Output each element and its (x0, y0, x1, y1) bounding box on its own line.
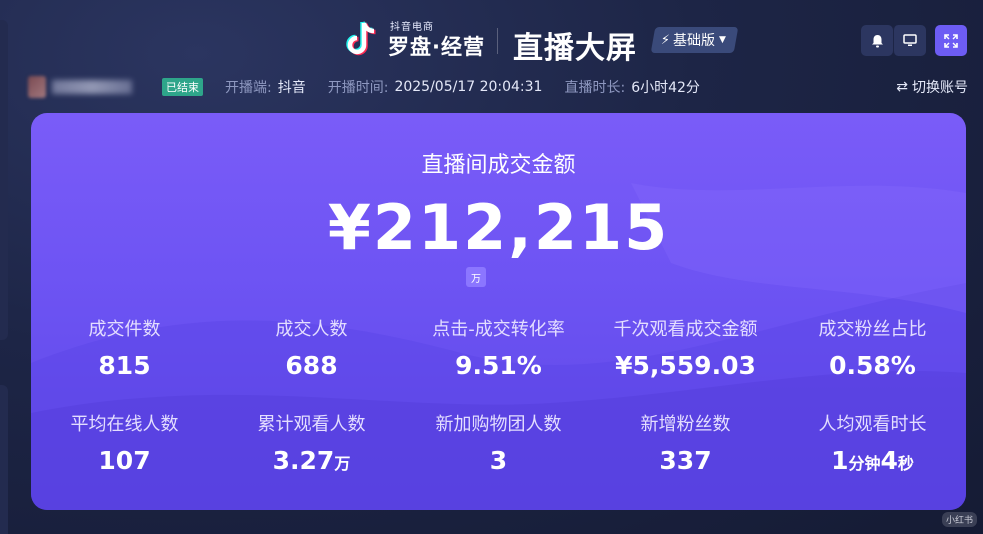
account-name-blurred (52, 80, 132, 94)
brand-name: 罗盘·经营 (388, 34, 485, 59)
metric-avg-online: 平均在线人数 107 (31, 413, 218, 508)
metric-avg-watch-time: 人均观看时长 1分钟4秒 (779, 413, 966, 508)
brand-logo: 抖音电商 罗盘·经营 (344, 18, 485, 62)
metric-unit: 分钟 (848, 454, 881, 473)
metric-new-fan-club: 新加购物团人数 3 (405, 413, 592, 508)
duration-label: 直播时长: (564, 80, 626, 96)
bell-icon (871, 34, 883, 47)
duration-value: 6小时42分 (631, 80, 700, 96)
metric-items-sold: 成交件数 815 (31, 318, 218, 413)
metric-seconds: 4 (880, 446, 898, 475)
page-title: 直播大屏 (513, 31, 637, 66)
platform-value: 抖音 (277, 80, 306, 96)
switch-account-label: 切换账号 (912, 80, 968, 96)
metric-value: 3.27万 (218, 445, 405, 477)
metric-label: 成交人数 (275, 319, 348, 340)
metric-value: 815 (98, 351, 151, 380)
metric-label: 平均在线人数 (70, 414, 179, 435)
metric-unit: 秒 (897, 454, 914, 473)
metric-label: 累计观看人数 (257, 414, 366, 435)
metric-total-viewers: 累计观看人数 3.27万 (218, 413, 405, 508)
metric-label: 成交粉丝占比 (818, 319, 927, 340)
header-divider (497, 28, 498, 54)
unit-toggle-badge[interactable]: 万 (466, 267, 486, 287)
platform-label: 开播端: (225, 80, 272, 96)
metric-label: 新增粉丝数 (640, 414, 731, 435)
monitor-icon (903, 34, 917, 46)
metric-gpm: 千次观看成交金额 ¥5,559.03 (592, 318, 779, 413)
metric-number: 3.27 (272, 446, 335, 475)
metric-label: 人均观看时长 (818, 414, 927, 435)
fullscreen-button[interactable] (935, 25, 967, 56)
gmv-card: 直播间成交金额 ¥212,215 万 成交件数 815 成交人数 688 点击-… (31, 113, 966, 510)
watermark: 小红书 (942, 512, 978, 527)
switch-account-button[interactable]: ⇄ 切换账号 (896, 77, 968, 97)
live-status-bar: 已结束 开播端: 抖音 开播时间: 2025/05/17 20:04:31 直播… (28, 75, 968, 99)
metric-value: 107 (98, 446, 151, 475)
metric-value: 9.51% (455, 351, 542, 380)
bolt-icon: ⚡ (661, 32, 671, 48)
caret-down-icon: ▼ (719, 35, 727, 45)
gmv-title: 直播间成交金额 (421, 153, 576, 178)
metric-buyers: 成交人数 688 (218, 318, 405, 413)
metric-label: 千次观看成交金额 (613, 319, 758, 340)
fullscreen-icon (944, 33, 958, 48)
metric-new-followers: 新增粉丝数 337 (592, 413, 779, 508)
display-mode-button[interactable] (893, 25, 926, 56)
status-badge: 已结束 (162, 78, 203, 96)
metric-value: ¥5,559.03 (615, 351, 756, 380)
start-time-label: 开播时间: (327, 80, 389, 96)
edition-dropdown[interactable]: ⚡ 基础版 ▼ (650, 27, 739, 53)
douyin-note-icon (346, 21, 376, 56)
metric-value: 688 (285, 351, 338, 380)
start-time-value: 2025/05/17 20:04:31 (394, 79, 543, 95)
avatar (28, 76, 46, 98)
metrics-grid: 成交件数 815 成交人数 688 点击-成交转化率 9.51% 千次观看成交金… (31, 318, 966, 508)
metric-label: 新加购物团人数 (435, 414, 562, 435)
metric-fan-share: 成交粉丝占比 0.58% (779, 318, 966, 413)
gmv-value: ¥212,215 (327, 191, 670, 264)
metric-label: 成交件数 (88, 319, 161, 340)
swap-icon: ⇄ (896, 79, 908, 95)
metric-minutes: 1 (831, 446, 849, 475)
metric-value: 0.58% (829, 351, 916, 380)
metric-unit: 万 (334, 454, 351, 473)
metric-label: 点击-成交转化率 (432, 319, 565, 340)
metric-value: 1分钟4秒 (779, 445, 966, 477)
metric-value: 3 (489, 446, 508, 475)
brand-subtitle: 抖音电商 (390, 21, 434, 33)
left-panel-edge-lower (0, 385, 8, 534)
metric-click-conversion: 点击-成交转化率 9.51% (405, 318, 592, 413)
left-panel-edge (0, 20, 8, 340)
notification-button[interactable] (861, 25, 893, 56)
edition-label: 基础版 (673, 33, 716, 49)
metric-value: 337 (659, 446, 712, 475)
